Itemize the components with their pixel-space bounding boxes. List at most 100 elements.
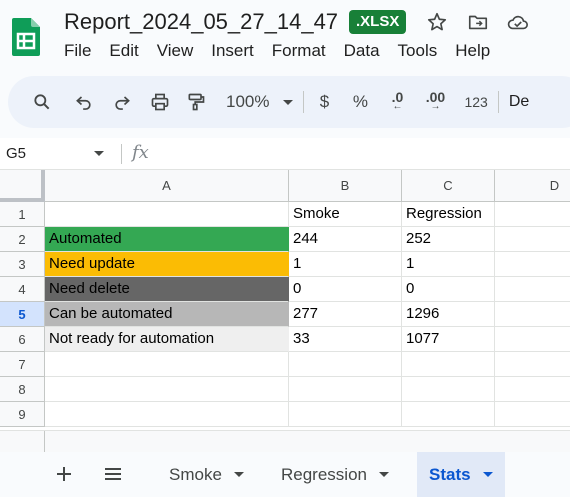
fx-icon: fx	[132, 142, 149, 163]
menu-insert[interactable]: Insert	[211, 41, 254, 61]
undo-icon[interactable]	[72, 86, 96, 118]
toolbar: 100% $ % .0 ← .00 → 123 De	[8, 76, 570, 128]
menu-tools[interactable]: Tools	[398, 41, 438, 61]
all-sheets-menu-icon[interactable]	[101, 462, 125, 486]
toolbar-divider	[303, 91, 305, 113]
formula-divider	[121, 144, 122, 164]
move-to-folder-icon[interactable]	[466, 10, 490, 34]
cell-b5[interactable]: 277	[289, 302, 402, 327]
sheet-tab-caret-icon[interactable]	[482, 472, 493, 477]
row-header-4[interactable]: 4	[0, 277, 45, 302]
cell-c6[interactable]: 1077	[402, 327, 495, 352]
file-format-badge: .XLSX	[349, 10, 407, 34]
menu-file[interactable]: File	[64, 41, 91, 61]
cell-b9[interactable]	[289, 402, 402, 427]
cell-c8[interactable]	[402, 377, 495, 402]
cell-b2[interactable]: 244	[289, 227, 402, 252]
cell-a6[interactable]: Not ready for automation	[45, 327, 289, 352]
cell-a7[interactable]	[45, 352, 289, 377]
cell-a5[interactable]: Can be automated	[45, 302, 289, 327]
search-menus-icon[interactable]	[30, 86, 54, 118]
google-sheets-logo-icon[interactable]	[12, 18, 40, 56]
zoom-select[interactable]: 100%	[226, 86, 294, 118]
print-icon[interactable]	[148, 86, 172, 118]
row-header-2[interactable]: 2	[0, 227, 45, 252]
column-header-b[interactable]: B	[289, 170, 402, 202]
sheet-tab-smoke[interactable]: Smoke	[157, 452, 256, 497]
menu-data[interactable]: Data	[344, 41, 380, 61]
row-header-3[interactable]: 3	[0, 252, 45, 277]
toolbar-divider	[497, 91, 499, 113]
cell-b7[interactable]	[289, 352, 402, 377]
scroll-corner	[0, 431, 45, 453]
percent-format-button[interactable]: %	[350, 86, 370, 118]
cell-c2[interactable]: 252	[402, 227, 495, 252]
row-header-1[interactable]: 1	[0, 202, 45, 227]
cell-c3[interactable]: 1	[402, 252, 495, 277]
sheet-tab-caret-icon[interactable]	[233, 472, 244, 477]
menu-help[interactable]: Help	[455, 41, 490, 61]
cell-d1[interactable]	[495, 202, 570, 227]
cell-b4[interactable]: 0	[289, 277, 402, 302]
cell-b6[interactable]: 33	[289, 327, 402, 352]
menu-view[interactable]: View	[157, 41, 194, 61]
cell-d6[interactable]	[495, 327, 570, 352]
decrease-decimal-button[interactable]: .0 ←	[382, 86, 412, 118]
add-sheet-icon[interactable]	[52, 462, 76, 486]
cell-d4[interactable]	[495, 277, 570, 302]
cell-a8[interactable]	[45, 377, 289, 402]
row-header-7[interactable]: 7	[0, 352, 45, 377]
sheet-tab-stats[interactable]: Stats	[417, 452, 505, 497]
zoom-value: 100%	[226, 92, 270, 111]
cell-a2[interactable]: Automated	[45, 227, 289, 252]
cell-a3[interactable]: Need update	[45, 252, 289, 277]
spreadsheet-grid: A B C D 1 Smoke Regression 2 Automated 244 252 3 Nee…	[0, 170, 570, 430]
cell-c9[interactable]	[402, 402, 495, 427]
document-title[interactable]: Report_2024_05_27_14_47	[64, 9, 338, 35]
cell-c7[interactable]	[402, 352, 495, 377]
redo-icon[interactable]	[110, 86, 134, 118]
row-header-9[interactable]: 9	[0, 402, 45, 427]
column-header-c[interactable]: C	[402, 170, 495, 202]
cell-d7[interactable]	[495, 352, 570, 377]
cell-d8[interactable]	[495, 377, 570, 402]
number-format-button[interactable]: 123	[464, 86, 487, 118]
paint-format-icon[interactable]	[184, 86, 208, 118]
cell-a4[interactable]: Need delete	[45, 277, 289, 302]
star-icon[interactable]	[425, 10, 449, 34]
column-header-a[interactable]: A	[45, 170, 289, 202]
cloud-saved-icon[interactable]	[506, 10, 530, 34]
cell-a9[interactable]	[45, 402, 289, 427]
name-box-caret-icon[interactable]	[94, 151, 104, 156]
title-bar: Report_2024_05_27_14_47 .XLSX File Edit …	[0, 0, 570, 72]
row-header-5[interactable]: 5	[0, 302, 45, 327]
sheet-tab-regression[interactable]: Regression	[269, 452, 401, 497]
row-header-8[interactable]: 8	[0, 377, 45, 402]
cell-a1[interactable]	[45, 202, 289, 227]
cell-b8[interactable]	[289, 377, 402, 402]
arrow-right-icon: →	[430, 101, 441, 112]
cell-d2[interactable]	[495, 227, 570, 252]
cell-b3[interactable]: 1	[289, 252, 402, 277]
cell-c4[interactable]: 0	[402, 277, 495, 302]
sheet-tab-caret-icon[interactable]	[379, 472, 389, 477]
row-header-6[interactable]: 6	[0, 327, 45, 352]
cell-c5[interactable]: 1296	[402, 302, 495, 327]
cell-b1[interactable]: Smoke	[289, 202, 402, 227]
font-family-select[interactable]: De	[509, 86, 529, 118]
cell-d3[interactable]	[495, 252, 570, 277]
cell-c1[interactable]: Regression	[402, 202, 495, 227]
horizontal-scroll-area[interactable]	[0, 430, 570, 453]
formula-input[interactable]	[160, 144, 560, 164]
cell-d9[interactable]	[495, 402, 570, 427]
cell-d5[interactable]	[495, 302, 570, 327]
menu-format[interactable]: Format	[272, 41, 326, 61]
increase-decimal-button[interactable]: .00 →	[420, 86, 450, 118]
currency-format-button[interactable]: $	[314, 86, 334, 118]
select-all-corner[interactable]	[0, 170, 45, 202]
menu-edit[interactable]: Edit	[109, 41, 138, 61]
formula-bar: G5 fx	[0, 138, 570, 170]
column-header-d[interactable]: D	[495, 170, 570, 202]
sheet-tab-label: Stats	[429, 464, 471, 484]
name-box[interactable]: G5	[6, 145, 26, 162]
